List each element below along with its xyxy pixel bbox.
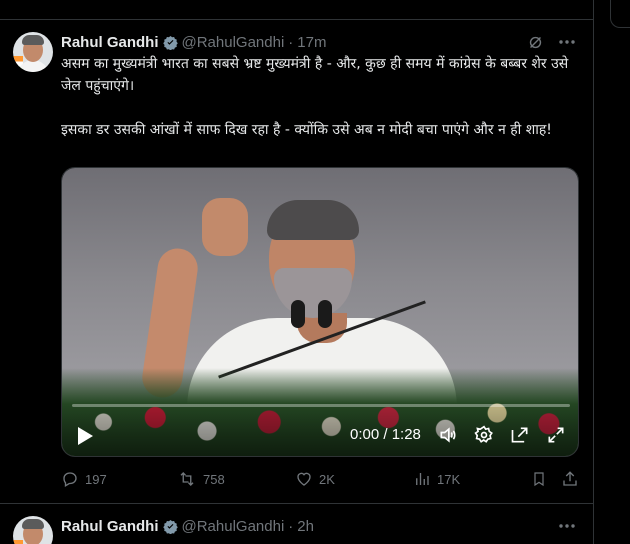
bookmark-icon <box>534 472 544 487</box>
author-name[interactable]: Rahul Gandhi <box>61 518 159 535</box>
timeline-column: Rahul Gandhi @RahulGandhi · 17m असम का म… <box>0 0 594 544</box>
video-controls: 0:00 / 1:28 <box>62 420 578 450</box>
reply-button[interactable]: 197 <box>61 470 107 488</box>
previous-tweet-actions <box>0 0 594 20</box>
right-sidebar-edge <box>610 0 630 544</box>
verified-badge-icon <box>162 519 178 534</box>
tweet[interactable]: Rahul Gandhi @RahulGandhi · 17m असम का म… <box>0 20 594 504</box>
separator-dot: · <box>288 517 294 535</box>
video-timecode: 0:00 / 1:28 <box>350 426 421 443</box>
like-count: 2K <box>319 471 335 487</box>
play-icon[interactable] <box>76 426 94 450</box>
more-icon[interactable] <box>558 517 576 535</box>
tweet-timestamp[interactable]: 17m <box>297 34 326 51</box>
like-button[interactable]: 2K <box>295 470 335 488</box>
tweet-header: Rahul Gandhi @RahulGandhi · 17m <box>61 32 326 52</box>
repost-count: 758 <box>203 471 225 487</box>
like-icon <box>297 472 311 486</box>
video-player[interactable]: 0:00 / 1:28 <box>61 167 579 457</box>
share-button[interactable] <box>561 470 579 488</box>
tweet-actions: 197 758 2K 17K <box>61 470 581 490</box>
tweet-timestamp[interactable]: 2h <box>297 518 314 535</box>
author-name[interactable]: Rahul Gandhi <box>61 34 159 51</box>
author-handle[interactable]: @RahulGandhi <box>182 518 285 535</box>
views-icon <box>416 473 429 485</box>
reply-count: 197 <box>85 471 107 487</box>
tweet-text: असम का मुख्यमंत्री भारत का सबसे भ्रष्ट म… <box>61 53 581 141</box>
tweet-paragraph: असम का मुख्यमंत्री भारत का सबसे भ्रष्ट म… <box>61 56 569 94</box>
verified-badge-icon <box>162 35 178 50</box>
repost-button[interactable]: 758 <box>177 470 225 488</box>
volume-icon[interactable] <box>438 425 458 445</box>
pip-icon[interactable] <box>510 425 530 445</box>
avatar[interactable] <box>13 32 53 72</box>
views-count: 17K <box>437 471 461 487</box>
separator-dot: · <box>288 33 294 51</box>
share-icon <box>563 471 577 486</box>
grok-icon[interactable] <box>526 33 544 51</box>
views-button[interactable]: 17K <box>413 470 460 488</box>
fullscreen-icon[interactable] <box>546 425 566 445</box>
bookmark-button[interactable] <box>531 470 547 488</box>
tweet-paragraph: इसका डर उसकी आंखों में साफ दिख रहा है - … <box>61 122 552 138</box>
reply-icon <box>63 472 77 487</box>
more-icon[interactable] <box>558 33 576 51</box>
video-progress-bar[interactable] <box>72 404 570 407</box>
repost-icon <box>180 472 194 486</box>
tweet-header: Rahul Gandhi @RahulGandhi · 2h <box>61 516 314 536</box>
tweet[interactable]: Rahul Gandhi @RahulGandhi · 2h <box>0 504 594 544</box>
settings-icon[interactable] <box>474 425 494 445</box>
author-handle[interactable]: @RahulGandhi <box>182 34 285 51</box>
avatar[interactable] <box>13 516 53 544</box>
